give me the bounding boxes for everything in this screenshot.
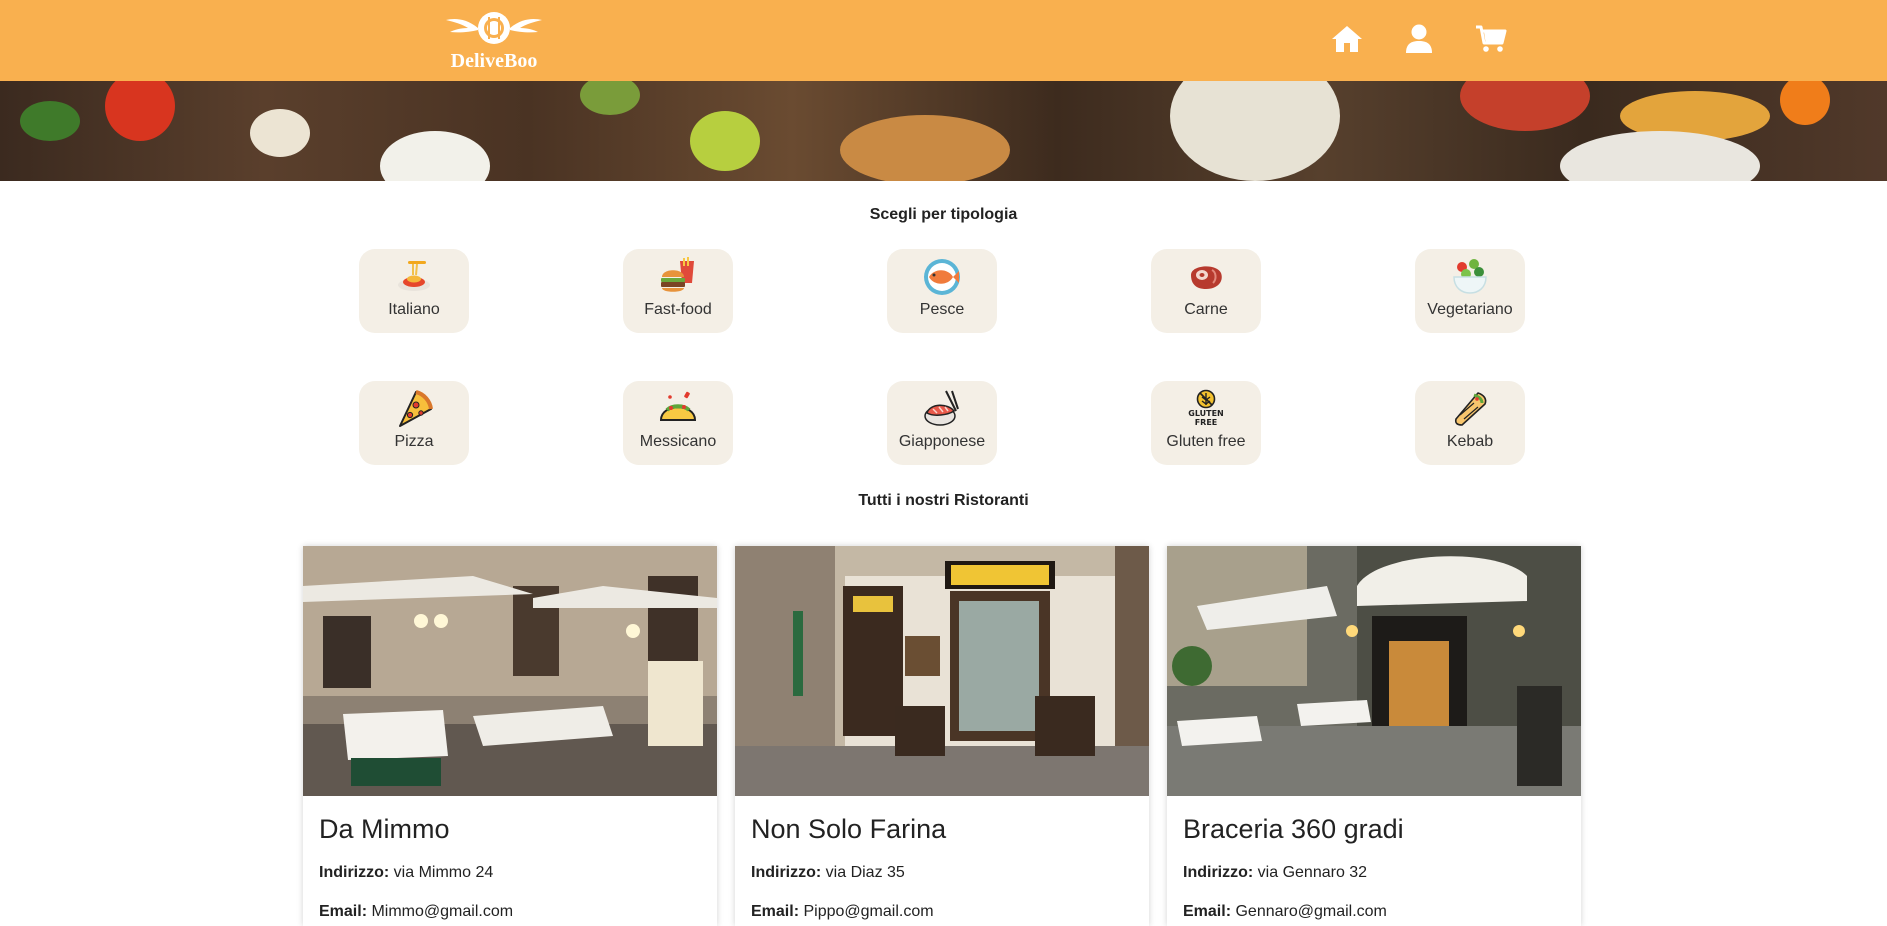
category-giapponese[interactable]: Giapponese: [887, 381, 997, 465]
address-label: Indirizzo:: [319, 864, 390, 881]
chili-decor: [580, 81, 640, 115]
category-fast-food[interactable]: Fast-food: [623, 249, 733, 333]
categories-title: Scegli per tipologia: [869, 206, 1018, 223]
address-label: Indirizzo:: [751, 864, 822, 881]
restaurant-name: Non Solo Farina: [751, 814, 947, 844]
address-value: via Mimmo 24: [393, 864, 494, 881]
restaurant-card[interactable]: Non Solo Farina Indirizzo: via Diaz 35 E…: [735, 546, 1149, 926]
category-pesce[interactable]: Pesce: [887, 249, 997, 333]
cart-button[interactable]: [1474, 22, 1508, 56]
category-label: Carne: [1184, 301, 1228, 318]
basil-decor: [20, 101, 80, 141]
sushi-icon: [924, 390, 959, 426]
beer-glass-decor: [1170, 81, 1340, 181]
user-icon: [1406, 24, 1432, 53]
salsa-bowl-decor: [1460, 81, 1590, 131]
email-label: Email:: [319, 903, 368, 920]
gluten-free-line1: GLUTEN: [1188, 409, 1224, 418]
category-italiano[interactable]: Italiano: [359, 249, 469, 333]
garlic-decor: [250, 109, 310, 157]
gluten-free-icon: GLUTEN FREE: [1188, 389, 1224, 427]
lime-decor: [690, 111, 760, 171]
restaurant-address: Indirizzo: via Gennaro 32: [1183, 864, 1367, 882]
logo-winged-plate-icon: [446, 12, 542, 44]
orange-decor: [1780, 81, 1830, 125]
salad-icon: [1453, 259, 1487, 294]
category-label: Fast-food: [644, 301, 712, 318]
bread-decor: [840, 115, 1010, 181]
tomato-decor: [105, 81, 175, 141]
pasta-icon: [398, 261, 430, 291]
category-gluten-free[interactable]: GLUTEN FREE Gluten free: [1151, 381, 1261, 465]
email-value: Pippo@gmail.com: [803, 903, 934, 920]
category-label: Italiano: [388, 301, 440, 318]
home-icon: [1332, 26, 1362, 52]
top-navbar: DeliveBoo: [0, 0, 1887, 81]
category-label: Vegetariano: [1427, 301, 1513, 318]
pizza-icon: [399, 390, 433, 427]
sauce-bowl-decor: [380, 131, 490, 181]
address-value: via Diaz 35: [825, 864, 905, 881]
restaurant-name: Braceria 360 gradi: [1183, 814, 1404, 844]
category-carne[interactable]: Carne: [1151, 249, 1261, 333]
deliveboo-logo[interactable]: DeliveBoo: [440, 6, 550, 72]
email-value: Gennaro@gmail.com: [1235, 903, 1387, 920]
gluten-free-line2: FREE: [1195, 418, 1218, 427]
restaurant-card[interactable]: Da Mimmo Indirizzo: via Mimmo 24 Email: …: [303, 546, 717, 926]
hero-food-banner: [0, 81, 1887, 181]
restaurant-email: Email: Pippo@gmail.com: [751, 903, 934, 921]
fish-plate-icon: [924, 259, 960, 295]
category-label: Pizza: [394, 433, 434, 450]
restaurant-name: Da Mimmo: [319, 814, 450, 844]
user-button[interactable]: [1402, 22, 1436, 56]
category-kebab[interactable]: Kebab: [1415, 381, 1525, 465]
category-label: Pesce: [919, 301, 965, 318]
email-value: Mimmo@gmail.com: [371, 903, 514, 920]
address-label: Indirizzo:: [1183, 864, 1254, 881]
restaurant-photo: [303, 546, 717, 796]
category-label: Kebab: [1446, 433, 1494, 450]
category-vegetariano[interactable]: Vegetariano: [1415, 249, 1525, 333]
burger-fries-icon: [661, 257, 694, 292]
home-button[interactable]: [1330, 22, 1364, 56]
restaurant-email: Email: Gennaro@gmail.com: [1183, 903, 1387, 921]
logo-text: DeliveBoo: [450, 50, 538, 72]
cart-icon: [1476, 25, 1507, 52]
restaurant-address: Indirizzo: via Diaz 35: [751, 864, 905, 882]
restaurants-title: Tutti i nostri Ristoranti: [858, 492, 1029, 509]
category-messicano[interactable]: Messicano: [623, 381, 733, 465]
kebab-icon: [1454, 392, 1487, 426]
email-label: Email:: [1183, 903, 1232, 920]
address-value: via Gennaro 32: [1257, 864, 1368, 881]
category-label: Messicano: [639, 433, 717, 450]
restaurant-photo: [1167, 546, 1581, 796]
category-pizza[interactable]: Pizza: [359, 381, 469, 465]
restaurant-email: Email: Mimmo@gmail.com: [319, 903, 513, 921]
paper-decor: [1560, 131, 1760, 181]
email-label: Email:: [751, 903, 800, 920]
restaurant-photo: [735, 546, 1149, 796]
category-label: Giapponese: [898, 433, 986, 450]
category-label: Gluten free: [1166, 433, 1246, 450]
taco-icon: [659, 391, 697, 421]
restaurant-address: Indirizzo: via Mimmo 24: [319, 864, 493, 882]
restaurant-card[interactable]: Braceria 360 gradi Indirizzo: via Gennar…: [1167, 546, 1581, 926]
meat-icon: [1191, 266, 1222, 289]
